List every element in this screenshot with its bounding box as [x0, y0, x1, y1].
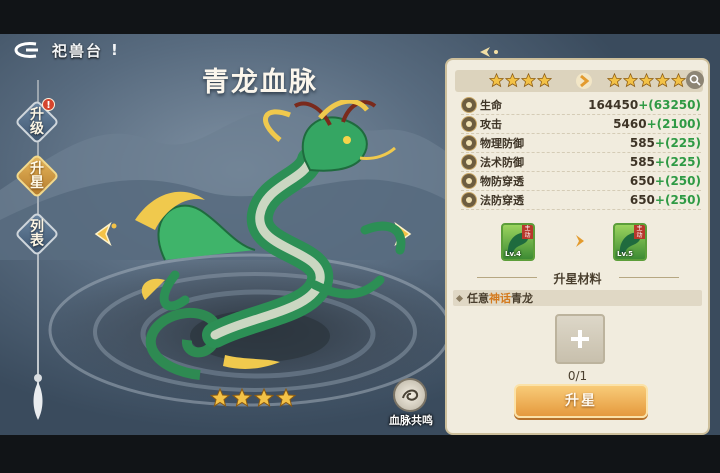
star-upgrade-button[interactable]: 升星 — [514, 384, 648, 418]
star-icon — [623, 73, 638, 88]
stat-list: 生命 164450 +(63250) 攻击 5460 +(2100) 物理防御 585 +(22… — [461, 96, 701, 210]
plus-icon — [571, 330, 589, 348]
nav-tab-starup[interactable]: 升 星 — [14, 153, 60, 199]
stat-bonus-value: +(250) — [654, 174, 701, 188]
stat-bonus-value: +(225) — [654, 155, 701, 169]
divider — [619, 277, 679, 278]
beast-star-rating — [210, 388, 296, 408]
star-icon — [521, 73, 536, 88]
sword-icon — [461, 116, 477, 132]
stat-name: 物理防御 — [480, 137, 524, 150]
star-icon — [210, 388, 230, 408]
material-requirement: 任意 神话 青龙 — [453, 290, 702, 306]
active-badge: 主动 — [634, 225, 645, 239]
star-icon — [671, 73, 686, 88]
materials-title: 升星材料 — [553, 272, 602, 286]
stat-name: 攻击 — [480, 118, 502, 131]
skill-level: Lv.4 — [505, 250, 521, 258]
stat-name: 法防穿透 — [480, 194, 524, 207]
resonance-label: 血脉共鸣 — [389, 414, 433, 427]
add-material-slot[interactable] — [555, 314, 605, 364]
bloodline-resonance-button[interactable]: 血脉共鸣 — [381, 378, 441, 430]
material-count: 0/1 — [567, 369, 588, 383]
star-upgrade-panel: 生命 164450 +(63250) 攻击 5460 +(2100) 物理防御 585 +(22… — [445, 58, 710, 435]
beast-name: 青龙血脉 — [202, 67, 318, 98]
star-icon — [639, 73, 654, 88]
magic-shield-icon — [461, 154, 477, 170]
stat-name: 物防穿透 — [480, 175, 524, 188]
nav-tab-list[interactable]: 列 表 — [14, 211, 60, 257]
stat-row: 物防穿透 650 +(250) — [461, 172, 701, 191]
stat-name: 生命 — [480, 99, 502, 112]
right-arrow-icon — [576, 73, 592, 89]
stat-bonus-value: +(63250) — [638, 98, 701, 112]
shield-icon — [461, 135, 477, 151]
stat-name: 法术防御 — [480, 156, 524, 169]
star-icon — [607, 73, 622, 88]
stat-row: 物理防御 585 +(225) — [461, 134, 701, 153]
back-arrow-icon — [14, 42, 38, 58]
azure-dragon-illustration — [135, 100, 406, 380]
star-icon — [276, 388, 296, 408]
header-bar: 祀兽台 ! — [10, 37, 118, 63]
star-comparison-row — [455, 70, 704, 92]
stat-bonus-value: +(225) — [654, 136, 701, 150]
star-icon — [232, 388, 252, 408]
stat-row: 法防穿透 650 +(250) — [461, 191, 701, 210]
star-icon — [505, 73, 520, 88]
star-icon — [655, 73, 670, 88]
stat-base-value: 585 — [629, 136, 655, 150]
star-icon — [489, 73, 504, 88]
spiral-icon — [461, 192, 477, 208]
skill-level: Lv.5 — [617, 250, 633, 258]
magnifier-icon[interactable] — [686, 71, 704, 89]
upgrade-arrow-icon — [576, 235, 584, 247]
active-badge: 主动 — [522, 225, 533, 239]
claw-icon — [461, 173, 477, 189]
back-button[interactable] — [10, 38, 44, 62]
star-icon — [537, 73, 552, 88]
stat-row: 生命 164450 +(63250) — [461, 96, 701, 115]
stat-row: 法术防御 585 +(225) — [461, 153, 701, 172]
page-title: 祀兽台 — [52, 41, 104, 60]
current-star-rating — [489, 73, 552, 88]
stat-base-value: 650 — [629, 193, 655, 207]
stat-base-value: 5460 — [613, 117, 647, 131]
game-scene: 祀兽台 ! 升 级 ! 升 星 列 表 青龙血脉 血脉共鸣 生命 164450 … — [0, 0, 720, 473]
stat-base-value: 650 — [629, 174, 655, 188]
star-icon — [254, 388, 274, 408]
bottom-letterbox — [0, 435, 720, 473]
tassel-icon — [33, 374, 43, 420]
stat-bonus-value: +(2100) — [646, 117, 701, 131]
current-skill-card[interactable]: 主动 Lv.4 — [501, 223, 535, 261]
resonance-icon — [393, 378, 427, 412]
top-letterbox — [0, 0, 720, 34]
stat-bonus-value: +(250) — [654, 193, 701, 207]
next-skill-card[interactable]: 主动 Lv.5 — [613, 223, 647, 261]
stat-base-value: 164450 — [588, 98, 639, 112]
heart-icon — [461, 97, 477, 113]
bullet-icon — [455, 294, 464, 302]
notification-badge: ! — [42, 98, 55, 111]
info-icon[interactable]: ! — [111, 41, 118, 59]
next-star-rating — [607, 73, 686, 88]
nav-tab-levelup[interactable]: 升 级 ! — [14, 98, 60, 145]
stat-base-value: 585 — [629, 155, 655, 169]
stat-row: 攻击 5460 +(2100) — [461, 115, 701, 134]
